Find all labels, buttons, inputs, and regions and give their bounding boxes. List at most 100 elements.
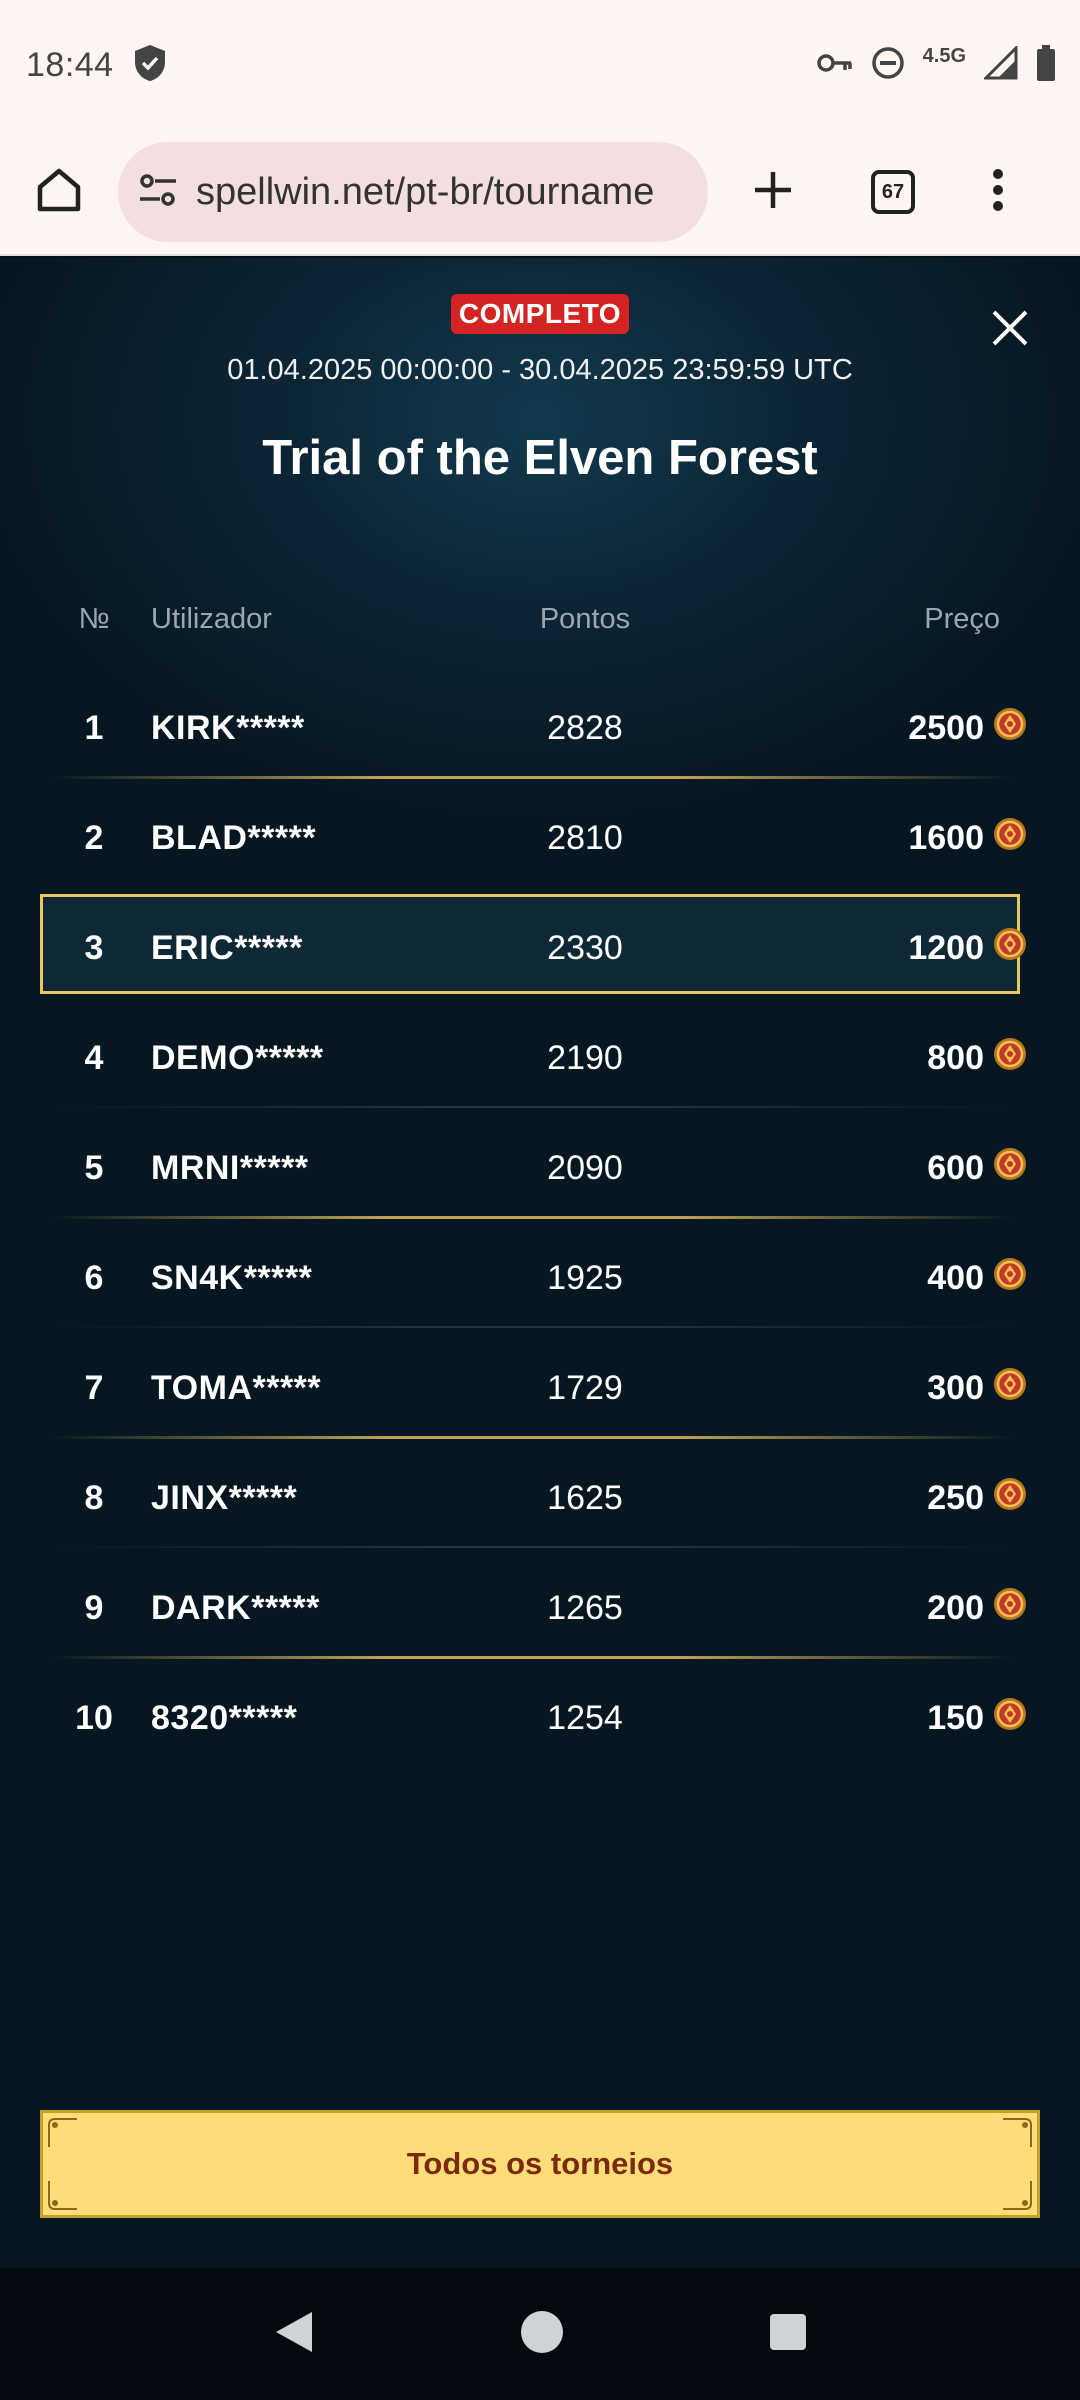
table-row: 1 KIRK***** 2828 2500 — [0, 678, 1080, 788]
row-user: DEMO***** — [151, 1038, 324, 1077]
more-vert-icon — [992, 168, 1004, 217]
tournament-title: Trial of the Elven Forest — [262, 431, 818, 485]
tournament-panel: COMPLETO 01.04.2025 00:00:00 - 30.04.202… — [0, 258, 1080, 2268]
row-prize: 2500 — [908, 678, 1028, 778]
recents-icon[interactable] — [768, 2312, 808, 2357]
table-row: 4 DEMO***** 2190 800 — [0, 1008, 1080, 1118]
back-icon[interactable] — [272, 2308, 316, 2361]
row-rank: 6 — [84, 1258, 104, 1297]
row-user: JINX***** — [151, 1478, 298, 1517]
column-rank: № — [78, 603, 110, 635]
row-points: 2190 — [547, 1038, 623, 1077]
key-icon — [816, 51, 853, 80]
row-prize-value: 400 — [927, 1258, 984, 1297]
shield-icon — [132, 43, 168, 88]
row-prize: 200 — [927, 1558, 1028, 1658]
column-points: Pontos — [539, 603, 631, 635]
tab-switcher-button[interactable]: 67 — [838, 129, 948, 255]
all-tournaments-label: Todos os torneios — [406, 2146, 674, 2181]
network-type: 4.5G — [922, 44, 966, 67]
row-prize-value: 2500 — [908, 708, 984, 747]
table-header: № Utilizador Pontos Preço — [0, 603, 1080, 643]
row-points: 1254 — [547, 1698, 623, 1737]
plus-icon — [751, 168, 795, 217]
all-tournaments-button[interactable]: Todos os torneios — [40, 2110, 1040, 2218]
row-divider — [52, 1436, 1012, 1439]
site-settings-icon[interactable] — [138, 172, 178, 213]
browser-menu-button[interactable] — [948, 129, 1048, 255]
row-user: TOMA***** — [151, 1368, 322, 1407]
home-nav-icon[interactable] — [519, 2309, 565, 2360]
status-time: 18:44 — [26, 45, 114, 84]
row-divider — [52, 1326, 1012, 1328]
row-user: KIRK***** — [151, 708, 305, 747]
row-rank: 1 — [84, 708, 104, 747]
row-prize-value: 200 — [927, 1588, 984, 1627]
table-row: 8 JINX***** 1625 250 — [0, 1448, 1080, 1558]
corner-ornament-icon — [1003, 2181, 1032, 2210]
table-row: 10 8320***** 1254 150 — [0, 1668, 1080, 1778]
row-rank: 4 — [84, 1038, 104, 1077]
status-badge: COMPLETO — [451, 294, 629, 334]
row-user: MRNI***** — [151, 1148, 309, 1187]
row-points: 1265 — [547, 1588, 623, 1627]
row-prize: 800 — [927, 1008, 1028, 1108]
coin-icon — [992, 1036, 1028, 1081]
column-prize: Preço — [924, 603, 1000, 635]
row-rank: 10 — [75, 1698, 113, 1737]
url-text: spellwin.net/pt-br/tourname — [196, 170, 655, 213]
row-prize-value: 300 — [927, 1368, 984, 1407]
row-prize: 1600 — [908, 788, 1028, 888]
date-range: 01.04.2025 00:00:00 - 30.04.2025 23:59:5… — [227, 354, 853, 386]
row-user: BLAD***** — [151, 818, 317, 857]
row-rank: 8 — [84, 1478, 104, 1517]
row-prize-value: 150 — [927, 1698, 984, 1737]
row-prize-value: 1600 — [908, 818, 984, 857]
browser-home-button[interactable] — [0, 129, 118, 255]
coin-icon — [992, 1146, 1028, 1191]
row-prize: 300 — [927, 1338, 1028, 1438]
table-row: 3 ERIC***** 2330 1200 — [0, 894, 1080, 1008]
row-points: 1925 — [547, 1258, 623, 1297]
row-rank: 7 — [84, 1368, 104, 1407]
row-rank: 3 — [84, 928, 104, 967]
row-divider — [52, 1106, 1012, 1108]
row-prize: 1200 — [908, 898, 1028, 998]
coin-icon — [992, 816, 1028, 861]
row-points: 2828 — [547, 708, 623, 747]
coin-icon — [992, 926, 1028, 971]
table-row: 6 SN4K***** 1925 400 — [0, 1228, 1080, 1338]
row-prize: 400 — [927, 1228, 1028, 1328]
status-bar: 18:44 4.5G — [0, 0, 1080, 130]
tab-count: 67 — [871, 170, 915, 214]
coin-icon — [992, 1586, 1028, 1631]
row-rank: 9 — [84, 1588, 104, 1627]
address-bar[interactable]: spellwin.net/pt-br/tourname — [118, 142, 708, 242]
row-prize: 250 — [927, 1448, 1028, 1548]
row-divider — [52, 776, 1012, 779]
signal-icon — [982, 43, 1018, 85]
coin-icon — [992, 706, 1028, 751]
coin-icon — [992, 1256, 1028, 1301]
corner-ornament-icon — [48, 2118, 77, 2147]
row-points: 1729 — [547, 1368, 623, 1407]
row-prize-value: 1200 — [908, 928, 984, 967]
row-points: 2330 — [547, 928, 623, 967]
table-row: 2 BLAD***** 2810 1600 — [0, 788, 1080, 898]
column-user: Utilizador — [151, 603, 272, 635]
row-divider — [52, 1656, 1012, 1659]
coin-icon — [992, 1476, 1028, 1521]
do-not-disturb-icon — [871, 46, 905, 85]
row-rank: 5 — [84, 1148, 104, 1187]
table-row: 5 MRNI***** 2090 600 — [0, 1118, 1080, 1228]
row-points: 1625 — [547, 1478, 623, 1517]
new-tab-button[interactable] — [708, 129, 838, 255]
row-prize-value: 250 — [927, 1478, 984, 1517]
row-points: 2810 — [547, 818, 623, 857]
row-points: 2090 — [547, 1148, 623, 1187]
row-prize-value: 800 — [927, 1038, 984, 1077]
row-rank: 2 — [84, 818, 104, 857]
system-nav-bar — [0, 2268, 1080, 2400]
battery-icon — [1036, 44, 1056, 86]
browser-toolbar: spellwin.net/pt-br/tourname 67 — [0, 130, 1080, 256]
